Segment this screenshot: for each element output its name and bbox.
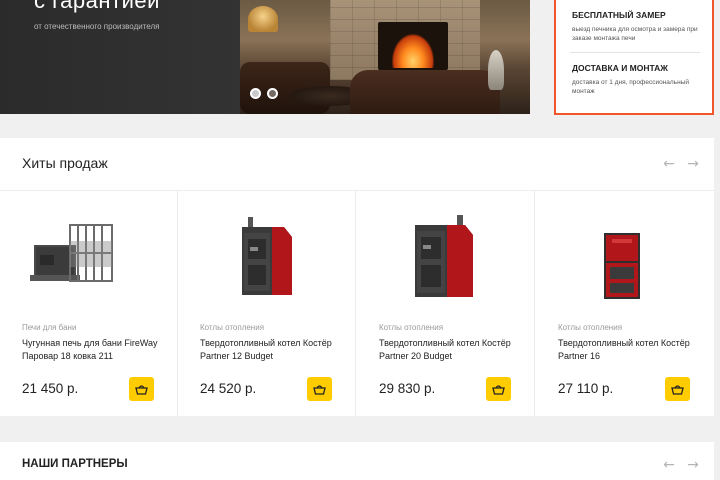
product-category: Котлы отопления — [379, 323, 444, 332]
product-price: 24 520 р. — [200, 381, 257, 396]
services-divider — [570, 52, 700, 53]
service-free-measure[interactable]: БЕСПЛАТНЫЙ ЗАМЕР выезд печника для осмот… — [572, 10, 712, 44]
carousel-arrows: ← → — [662, 157, 700, 171]
arrow-right-icon[interactable]: → — [686, 157, 700, 171]
product-price: 21 450 р. — [22, 381, 79, 396]
services-box: БЕСПЛАТНЫЙ ЗАМЕР выезд печника для осмот… — [554, 0, 714, 115]
product-cards: Печи для бани Чугунная печь для бани Fir… — [0, 190, 714, 417]
sauna-stove-image — [30, 224, 113, 282]
bestsellers-section: Хиты продаж ← → Печи для бани Чугунная п… — [0, 138, 714, 417]
boiler-narrow-image — [604, 233, 640, 299]
arrow-right-icon[interactable]: → — [686, 458, 700, 472]
add-to-cart-button[interactable] — [665, 377, 690, 401]
product-name[interactable]: Твердотопливный котел Костёр Partner 12 … — [200, 337, 350, 362]
product-card[interactable]: Печи для бани Чугунная печь для бани Fir… — [0, 191, 178, 417]
decor-vase — [488, 50, 504, 90]
arrow-left-icon[interactable]: ← — [662, 458, 676, 472]
add-to-cart-button[interactable] — [129, 377, 154, 401]
product-name[interactable]: Твердотопливный котел Костёр Partner 16 — [558, 337, 708, 362]
hero-title: с гарантией — [34, 0, 160, 13]
cart-icon — [313, 384, 326, 395]
product-category: Котлы отопления — [200, 323, 265, 332]
slider-dots — [250, 88, 278, 99]
service-desc: выезд печника для осмотра и замера при з… — [572, 26, 698, 42]
fire-flame — [392, 34, 434, 68]
product-name[interactable]: Твердотопливный котел Костёр Partner 20 … — [379, 337, 529, 362]
section-title: НАШИ ПАРТНЕРЫ — [22, 458, 128, 470]
product-card[interactable]: Котлы отопления Твердотопливный котел Ко… — [536, 191, 714, 417]
boiler-image — [242, 217, 292, 295]
product-name[interactable]: Чугунная печь для бани FireWay Паровар 1… — [22, 337, 172, 362]
section-title: Хиты продаж — [22, 155, 108, 171]
hero-subtitle: от отечественного производителя — [34, 22, 160, 31]
product-card[interactable]: Котлы отопления Твердотопливный котел Ко… — [357, 191, 535, 417]
service-desc: доставка от 1 дня, профессиональный монт… — [572, 79, 689, 95]
cart-icon — [671, 384, 684, 395]
service-title: ДОСТАВКА И МОНТАЖ — [572, 63, 668, 73]
service-title: БЕСПЛАТНЫЙ ЗАМЕР — [572, 10, 666, 20]
add-to-cart-button[interactable] — [307, 377, 332, 401]
product-category: Котлы отопления — [558, 323, 623, 332]
cart-icon — [135, 384, 148, 395]
boiler-image — [415, 215, 473, 297]
lamp-shade — [248, 6, 278, 32]
cart-icon — [492, 384, 505, 395]
product-card[interactable]: Котлы отопления Твердотопливный котел Ко… — [178, 191, 356, 417]
hero-text-area: с гарантией от отечественного производит… — [0, 0, 240, 114]
product-category: Печи для бани — [22, 323, 77, 332]
partners-section: НАШИ ПАРТНЕРЫ ← → — [0, 442, 714, 480]
service-delivery[interactable]: ДОСТАВКА И МОНТАЖ доставка от 1 дня, про… — [572, 63, 712, 97]
slider-dot-2[interactable] — [267, 88, 278, 99]
product-price: 27 110 р. — [558, 381, 614, 396]
carousel-arrows: ← → — [662, 458, 700, 472]
product-price: 29 830 р. — [379, 381, 436, 396]
slider-dot-1[interactable] — [250, 88, 261, 99]
leather-sofa — [350, 70, 500, 114]
arrow-left-icon[interactable]: ← — [662, 157, 676, 171]
hero-banner[interactable]: с гарантией от отечественного производит… — [0, 0, 530, 114]
hero-fireplace-photo — [240, 0, 530, 114]
add-to-cart-button[interactable] — [486, 377, 511, 401]
